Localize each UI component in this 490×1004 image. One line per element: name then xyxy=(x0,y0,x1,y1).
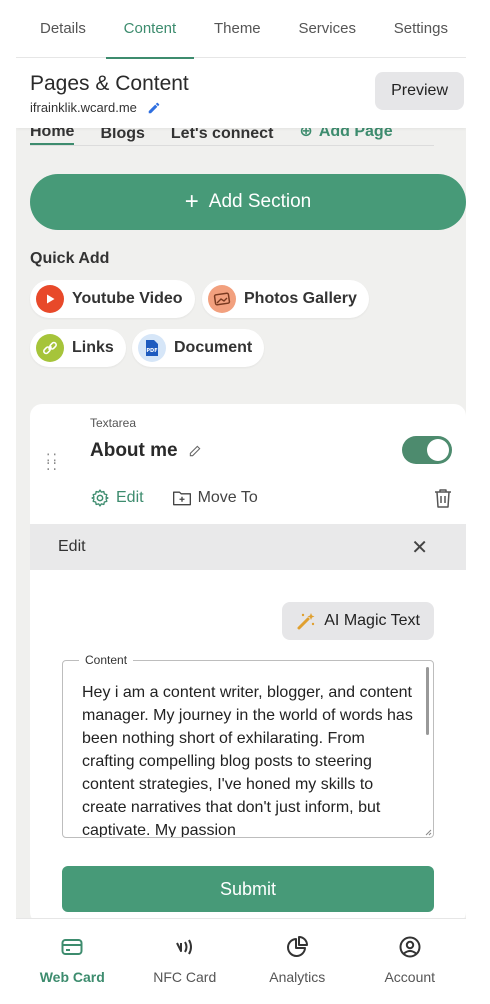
nav-analytics[interactable]: Analytics xyxy=(247,935,347,985)
move-to-button[interactable]: Move To xyxy=(172,489,258,507)
add-section-button[interactable]: + Add Section xyxy=(30,174,466,230)
nav-account-label: Account xyxy=(384,969,436,985)
edit-panel-title: Edit xyxy=(58,538,86,555)
plus-icon: + xyxy=(184,188,199,215)
drag-handle-icon[interactable]: ⁚⁚ ⁚⁚ xyxy=(46,452,59,472)
nfc-icon xyxy=(175,939,192,955)
resize-grip-icon[interactable] xyxy=(424,828,432,836)
gear-icon xyxy=(91,489,109,507)
content-field: Content Hey i am a content writer, blogg… xyxy=(62,653,434,838)
quick-add-youtube-label: Youtube Video xyxy=(72,290,183,307)
svg-text:PDF: PDF xyxy=(146,348,157,354)
tab-services[interactable]: Services xyxy=(298,0,356,58)
quick-add-links[interactable]: Links xyxy=(30,329,126,367)
photos-gallery-icon xyxy=(208,285,236,313)
move-to-label: Move To xyxy=(197,489,258,506)
quick-add-label: Quick Add xyxy=(30,250,110,267)
pdf-document-icon: PDF xyxy=(138,334,166,362)
ai-magic-text-button[interactable]: AI Magic Text xyxy=(282,602,434,640)
nav-nfc-card-label: NFC Card xyxy=(153,969,217,985)
quick-add-photos-label: Photos Gallery xyxy=(244,290,357,307)
rename-pencil-icon[interactable] xyxy=(188,444,202,458)
section-name: About me xyxy=(90,440,178,461)
nav-web-card[interactable]: Web Card xyxy=(22,935,122,985)
preview-button[interactable]: Preview xyxy=(375,72,464,110)
section-card: ⁚⁚ ⁚⁚ Textarea About me Edit Move To Edi… xyxy=(30,404,466,918)
account-icon xyxy=(399,936,421,958)
quick-add-youtube[interactable]: Youtube Video xyxy=(30,280,195,318)
web-card-icon xyxy=(61,939,83,955)
quick-add-document[interactable]: PDF Document xyxy=(132,329,265,367)
edit-domain-pencil-icon[interactable] xyxy=(147,101,161,115)
edit-panel-header: Edit ✕ xyxy=(30,524,466,570)
edit-section-button[interactable]: Edit xyxy=(90,488,144,508)
quick-add-document-label: Document xyxy=(174,339,253,356)
tab-details[interactable]: Details xyxy=(40,0,86,58)
add-section-label: Add Section xyxy=(208,191,312,212)
section-type: Textarea xyxy=(90,416,137,430)
tab-settings[interactable]: Settings xyxy=(394,0,448,58)
nav-analytics-label: Analytics xyxy=(269,969,326,985)
quick-add-links-label: Links xyxy=(72,339,114,356)
tab-content[interactable]: Content xyxy=(105,0,194,59)
ai-magic-text-label: AI Magic Text xyxy=(324,612,420,629)
top-tab-bar: Details Content Theme Services Settings xyxy=(16,0,466,59)
tab-theme[interactable]: Theme xyxy=(214,0,261,58)
submit-button[interactable]: Submit xyxy=(62,866,434,912)
textarea-scrollbar[interactable] xyxy=(426,667,429,735)
content-area: Home Blogs Let's connect ⊕ Add Page Page… xyxy=(16,58,466,918)
nav-web-card-label: Web Card xyxy=(39,969,105,985)
toggle-knob xyxy=(427,439,449,461)
page-header: Pages & Content ifrainklik.wcard.me Prev… xyxy=(16,58,466,128)
content-textarea[interactable]: Hey i am a content writer, blogger, and … xyxy=(63,661,433,837)
pie-chart-icon xyxy=(287,936,309,957)
edit-label: Edit xyxy=(116,489,144,506)
youtube-play-icon xyxy=(36,285,64,313)
nav-account[interactable]: Account xyxy=(360,935,460,985)
magic-wand-icon xyxy=(297,613,315,630)
card-domain: ifrainklik.wcard.me xyxy=(30,100,137,115)
nav-nfc-card[interactable]: NFC Card xyxy=(135,935,235,985)
section-visibility-toggle[interactable] xyxy=(402,436,452,464)
quick-add-photos[interactable]: Photos Gallery xyxy=(202,280,369,318)
folder-plus-icon xyxy=(172,491,191,506)
trash-icon[interactable] xyxy=(434,488,452,508)
bottom-nav: Web Card NFC Card Analytics Account xyxy=(16,918,466,1004)
link-icon xyxy=(36,334,64,362)
close-icon[interactable]: ✕ xyxy=(411,535,428,560)
